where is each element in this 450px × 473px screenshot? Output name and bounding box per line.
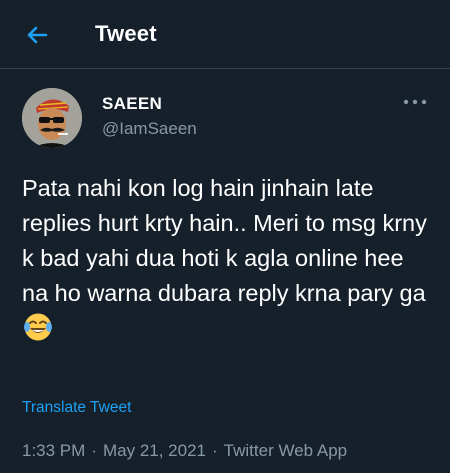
page-title: Tweet [95,21,157,46]
more-horizontal-icon [403,99,427,105]
arrow-left-icon [27,26,48,44]
meta-separator: · [91,441,97,460]
meta-separator: · [212,441,218,460]
tweet-date[interactable]: May 21, 2021 [103,441,206,460]
tweet-text: Pata nahi kon log hain jinhain late repl… [22,175,427,306]
tweet-time[interactable]: 1:33 PM [22,441,85,460]
more-options-button[interactable] [402,94,428,110]
author-handle[interactable]: @IamSaeen [102,119,197,139]
back-button[interactable] [22,20,52,50]
avatar[interactable] [22,88,82,148]
cartoon-avatar-icon [22,88,82,148]
author-display-name[interactable]: SAEEN [102,94,162,114]
translate-tweet-link[interactable]: Translate Tweet [22,399,131,417]
tweet-source[interactable]: Twitter Web App [224,441,347,460]
tweet-metadata: 1:33 PM · May 21, 2021 · Twitter Web App [22,441,347,461]
top-bar: Tweet [0,0,450,69]
face-with-tears-of-joy-emoji-icon [23,312,53,342]
tweet-body: Pata nahi kon log hain jinhain late repl… [22,171,432,346]
